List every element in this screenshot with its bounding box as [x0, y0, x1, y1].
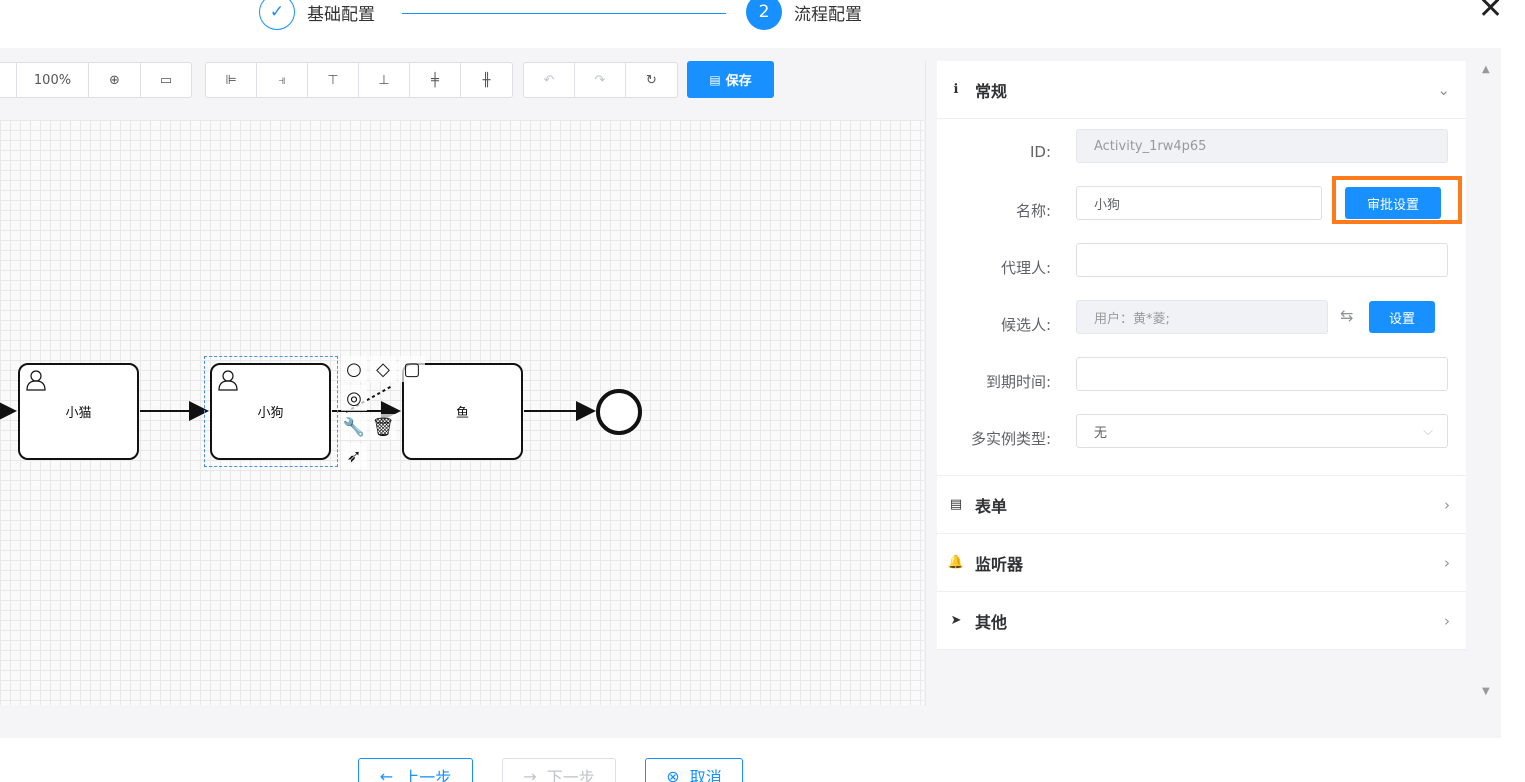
button-label: 上一步: [403, 768, 452, 782]
refresh-icon[interactable]: ↻: [626, 63, 677, 97]
bell-icon: 🔔: [947, 555, 965, 570]
arrow-left-icon: ←: [379, 766, 394, 782]
history-toolbar: ↶ ↷ ↻: [523, 62, 678, 98]
due-date-label: 到期时间:: [985, 373, 1051, 391]
close-icon[interactable]: ✕: [1478, 0, 1503, 24]
save-button[interactable]: ▤ 保存: [687, 61, 774, 98]
send-icon: ➤: [950, 613, 962, 628]
id-label: ID:: [1029, 143, 1051, 161]
append-task-icon[interactable]: ▢: [399, 356, 425, 382]
chevron-down-icon: ⌵: [1423, 423, 1433, 439]
name-field[interactable]: 小狗: [1076, 186, 1322, 220]
button-label: 取消: [689, 768, 722, 782]
user-task-selected[interactable]: 小狗: [210, 363, 331, 460]
align-top-icon[interactable]: ⊤: [308, 63, 359, 97]
section-listener-header[interactable]: 🔔 监听器 ›: [937, 534, 1466, 592]
next-step-button[interactable]: → 下一步: [502, 758, 616, 782]
swap-icon: ⇆: [1340, 306, 1354, 325]
zoom-level[interactable]: 100%: [17, 63, 89, 97]
chevron-down-icon: ⌄: [1437, 80, 1450, 99]
cancel-button[interactable]: ⊗ 取消: [645, 758, 743, 782]
section-title: 表单: [975, 496, 1008, 516]
chevron-right-icon: ›: [1444, 553, 1450, 572]
candidate-settings-button[interactable]: 设置: [1369, 301, 1435, 333]
section-general-header[interactable]: ℹ 常规 ⌄: [937, 61, 1466, 119]
align-center-icon[interactable]: ╪: [410, 63, 461, 97]
task-label: 小猫: [65, 406, 92, 421]
wrench-icon[interactable]: 🔧: [341, 414, 367, 440]
scroll-up-icon[interactable]: ▲: [1482, 64, 1490, 75]
zoom-out-button[interactable]: [0, 63, 17, 97]
section-form-header[interactable]: ▤ 表单 ›: [937, 476, 1466, 534]
step-process-config[interactable]: 2 流程配置: [746, 0, 862, 30]
redo-icon[interactable]: ↷: [575, 63, 626, 97]
user-icon: [218, 370, 238, 391]
align-left-icon[interactable]: ⊫: [206, 63, 257, 97]
section-other-header[interactable]: ➤ 其他 ›: [937, 592, 1466, 650]
step-number: 2: [746, 0, 782, 30]
append-end-event-icon[interactable]: ○: [341, 356, 367, 382]
zoom-toolbar: 100% ⊕ ▭: [0, 62, 192, 98]
step-label: 基础配置: [307, 4, 375, 25]
multi-instance-select[interactable]: 无 ⌵: [1076, 414, 1448, 448]
dialog-edge: [1501, 48, 1525, 738]
prev-step-button[interactable]: ← 上一步: [358, 758, 473, 782]
fit-view-icon[interactable]: ▭: [141, 63, 191, 97]
approval-settings-button[interactable]: 审批设置: [1345, 187, 1441, 219]
candidate-field[interactable]: 用户：黄*菱;: [1076, 300, 1328, 334]
button-label: 下一步: [546, 768, 595, 782]
check-icon: ✓: [259, 0, 295, 30]
append-intermediate-event-icon[interactable]: ◎: [341, 385, 367, 411]
section-title: 常规: [975, 81, 1008, 101]
append-gateway-icon[interactable]: ◇: [370, 356, 396, 382]
close-circle-icon: ⊗: [666, 766, 680, 782]
save-label: 保存: [725, 74, 752, 89]
candidate-row: 候选人: 用户：黄*菱; ⇆ 设置: [937, 300, 1466, 357]
document-icon: ▤: [709, 72, 721, 87]
bpmn-diagram: 小猫 小狗 鱼 ○ ◇ ▢ ◎ 🔧 🗑 ➶: [0, 120, 924, 705]
select-value: 无: [1094, 425, 1108, 441]
task-label: 鱼: [455, 406, 469, 421]
candidate-label: 候选人:: [1000, 316, 1051, 334]
due-date-field[interactable]: [1076, 357, 1448, 391]
process-design-dialog: ✓ 基础配置 2 流程配置 ✕ 100% ⊕ ▭ ⊫ ⫣ ⊤ ⊥ ╪ ╫ ↶ ↷…: [0, 0, 1525, 782]
align-toolbar: ⊫ ⫣ ⊤ ⊥ ╪ ╫: [205, 62, 513, 98]
properties-panel: ℹ 常规 ⌄ ID: Activity_1rw4p65 名称: 小狗 审批设置 …: [925, 61, 1485, 706]
delete-icon[interactable]: 🗑: [370, 414, 396, 440]
align-bottom-icon[interactable]: ⊥: [359, 63, 410, 97]
bpmn-canvas[interactable]: 小猫 小狗 鱼 ○ ◇ ▢ ◎ 🔧 🗑 ➶: [0, 120, 924, 705]
name-row: 名称: 小狗 审批设置: [937, 176, 1466, 243]
assignee-label: 代理人:: [1000, 259, 1051, 277]
section-title: 其他: [975, 612, 1008, 632]
undo-icon[interactable]: ↶: [524, 63, 575, 97]
align-middle-icon[interactable]: ╫: [461, 63, 512, 97]
section-title: 监听器: [975, 554, 1024, 574]
assignee-row: 代理人:: [937, 243, 1466, 300]
zoom-in-icon[interactable]: ⊕: [89, 63, 141, 97]
step-basic-config[interactable]: ✓ 基础配置: [259, 0, 375, 30]
align-right-icon[interactable]: ⫣: [257, 63, 308, 97]
user-icon: [26, 370, 46, 391]
connect-icon[interactable]: ➶: [341, 443, 367, 469]
user-task[interactable]: 小猫: [18, 363, 139, 460]
properties-collapse: ℹ 常规 ⌄ ID: Activity_1rw4p65 名称: 小狗 审批设置 …: [937, 61, 1466, 650]
task-label: 小狗: [257, 406, 284, 421]
id-field[interactable]: Activity_1rw4p65: [1076, 129, 1448, 163]
form-icon: ▤: [949, 497, 963, 512]
arrow-right-icon: →: [523, 766, 537, 782]
due-date-row: 到期时间:: [937, 357, 1466, 414]
chevron-right-icon: ›: [1444, 611, 1450, 630]
multi-instance-label: 多实例类型:: [970, 430, 1051, 448]
step-label: 流程配置: [794, 4, 862, 25]
name-label: 名称:: [1015, 202, 1051, 220]
chevron-right-icon: ›: [1444, 495, 1450, 514]
info-icon: ℹ: [953, 82, 959, 97]
end-event[interactable]: [596, 389, 642, 435]
scroll-down-icon[interactable]: ▼: [1482, 686, 1490, 697]
general-form: ID: Activity_1rw4p65 名称: 小狗 审批设置 代理人: 候选…: [937, 119, 1466, 476]
assignee-field[interactable]: [1076, 243, 1448, 277]
step-connector: [402, 13, 726, 14]
multi-instance-row: 多实例类型: 无 ⌵: [937, 414, 1466, 471]
